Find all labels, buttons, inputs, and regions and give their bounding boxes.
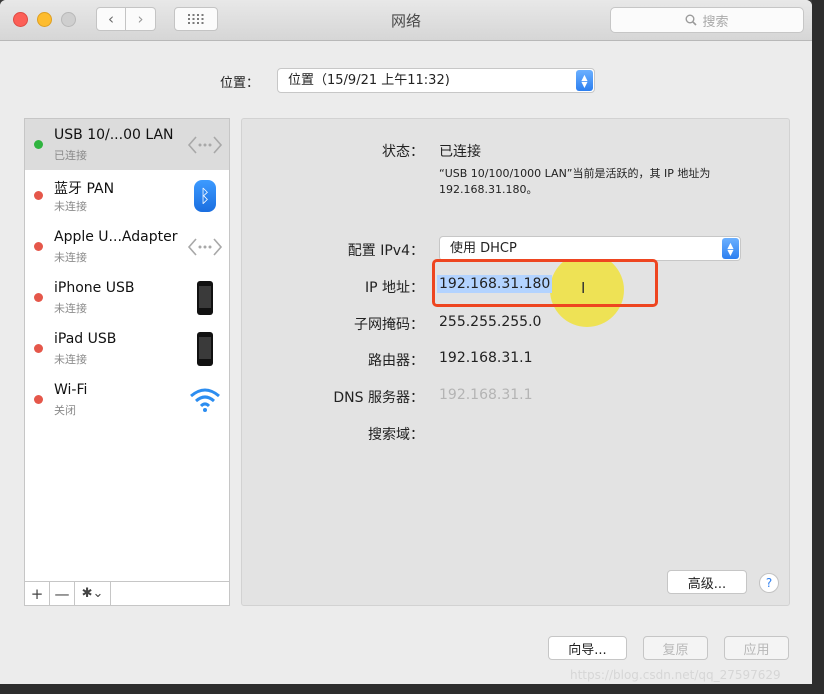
iphone-icon (187, 281, 223, 315)
network-preferences-window: ‹ › 网络 搜索 位置： 位置（15/9/21 上午11:32) ▲ ▼ USB… (0, 0, 812, 684)
location-select[interactable]: 位置（15/9/21 上午11:32) ▲ ▼ (277, 68, 595, 93)
ethernet-icon (187, 128, 223, 162)
status-dot (34, 293, 43, 302)
status-dot (34, 395, 43, 404)
service-status: 未连接 (54, 251, 87, 264)
updown-arrow-icon: ▲ ▼ (576, 70, 593, 91)
service-status: 已连接 (54, 149, 87, 162)
screen-edge (812, 0, 824, 694)
status-dot (34, 140, 43, 149)
annotation-box (432, 259, 658, 307)
search-placeholder: 搜索 (702, 14, 729, 30)
assistant-button[interactable]: 向导... (548, 636, 627, 660)
dns-server-value: 192.168.31.1 (439, 387, 533, 403)
service-status: 关闭 (54, 404, 76, 417)
status-dot (34, 191, 43, 200)
service-name: 蓝牙 PAN (54, 181, 115, 197)
remove-service-button[interactable]: — (50, 582, 75, 605)
service-status: 未连接 (54, 353, 87, 366)
watermark-text: https://blog.csdn.net/qq_27597629 (570, 668, 781, 682)
status-dot (34, 242, 43, 251)
screen-edge (0, 684, 824, 694)
ipad-icon (187, 332, 223, 366)
service-name: iPhone USB (54, 280, 135, 296)
subnet-mask-label: 子网掩码： (354, 317, 424, 333)
bluetooth-icon: ᛒ (187, 179, 223, 213)
subnet-mask-value: 255.255.255.0 (439, 314, 542, 330)
dns-server-label: DNS 服务器： (333, 390, 424, 406)
service-item-apple-usb-adapter[interactable]: Apple U...Adapter 未连接 (25, 221, 229, 272)
service-item-bluetooth-pan[interactable]: 蓝牙 PAN 未连接 ᛒ (25, 170, 229, 221)
search-field[interactable]: 搜索 (610, 7, 804, 33)
status-dot (34, 344, 43, 353)
service-list-toolbar: + — ✱⌄ (24, 582, 230, 606)
service-name: Apple U...Adapter (54, 229, 178, 245)
wifi-icon (187, 383, 223, 417)
router-value: 192.168.31.1 (439, 350, 533, 366)
service-item-usb-lan[interactable]: USB 10/...00 LAN 已连接 (25, 119, 229, 170)
ethernet-icon (187, 230, 223, 264)
service-item-wifi[interactable]: Wi-Fi 关闭 (25, 374, 229, 425)
status-label: 状态： (382, 144, 424, 160)
service-item-iphone-usb[interactable]: iPhone USB 未连接 (25, 272, 229, 323)
apply-button[interactable]: 应用 (724, 636, 789, 660)
ipv4-config-value: 使用 DHCP (450, 241, 517, 256)
ipv4-config-label: 配置 IPv4： (347, 243, 424, 259)
service-list[interactable]: USB 10/...00 LAN 已连接 蓝牙 PAN 未连接 ᛒ Apple … (24, 118, 230, 582)
status-description: “USB 10/100/1000 LAN”当前是活跃的，其 IP 地址为 192… (439, 167, 711, 196)
advanced-button[interactable]: 高级... (667, 570, 747, 594)
title-bar: ‹ › 网络 搜索 (0, 0, 812, 41)
status-value: 已连接 (439, 144, 481, 160)
revert-button[interactable]: 复原 (643, 636, 708, 660)
ipv4-config-select[interactable]: 使用 DHCP ▲ ▼ (439, 236, 741, 261)
location-value: 位置（15/9/21 上午11:32) (288, 73, 450, 88)
service-status: 未连接 (54, 302, 87, 315)
text-cursor-icon: I (581, 279, 586, 297)
search-icon (685, 14, 698, 26)
gear-icon: ✱⌄ (81, 586, 104, 601)
router-label: 路由器： (368, 353, 424, 369)
location-label: 位置： (220, 76, 260, 91)
ip-address-label: IP 地址： (364, 280, 424, 296)
service-item-ipad-usb[interactable]: iPad USB 未连接 (25, 323, 229, 374)
service-name: iPad USB (54, 331, 117, 347)
gear-menu-button[interactable]: ✱⌄ (75, 582, 111, 605)
service-name: USB 10/...00 LAN (54, 127, 174, 143)
updown-arrow-icon: ▲ ▼ (722, 238, 739, 259)
service-status: 未连接 (54, 200, 87, 213)
help-button[interactable]: ? (759, 573, 779, 593)
search-domain-label: 搜索域： (368, 427, 424, 443)
add-service-button[interactable]: + (25, 582, 50, 605)
service-name: Wi-Fi (54, 382, 88, 398)
